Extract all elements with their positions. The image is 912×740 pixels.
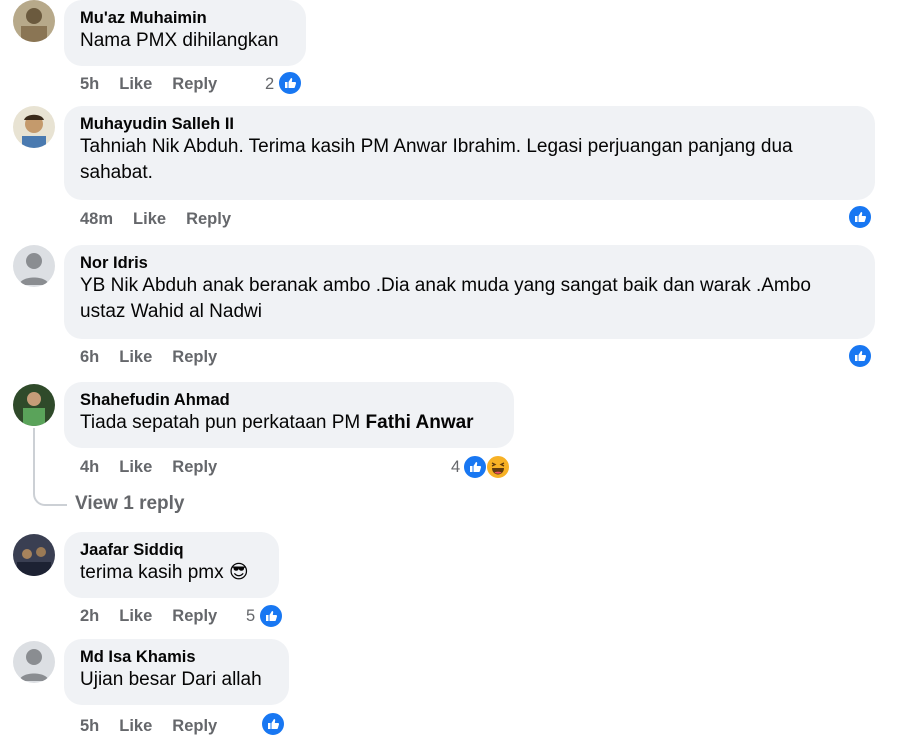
mentioned-name[interactable]: Fathi Anwar [366,412,474,433]
comment-text: Tahniah Nik Abduh. Terima kasih PM Anwar… [80,136,798,183]
comment-actions: 4h Like Reply [80,457,237,477]
comment-bubble: Shahefudin Ahmad Tiada sepatah pun perka… [64,382,514,448]
timestamp[interactable]: 4h [80,458,99,476]
avatar[interactable] [13,384,55,426]
like-reaction-icon[interactable] [848,344,872,368]
comment-text: YB Nik Abduh anak beranak ambo .Dia anak… [80,275,817,322]
comment-actions: 6h Like Reply [80,347,237,367]
reaction-count[interactable]: 2 [265,74,274,94]
comment-actions: 48m Like Reply [80,209,251,229]
commenter-name[interactable]: Shahefudin Ahmad [80,390,498,410]
timestamp[interactable]: 48m [80,210,113,228]
reply-button[interactable]: Reply [186,210,231,228]
like-reaction-icon[interactable] [261,712,285,736]
haha-reaction-icon[interactable] [486,455,510,479]
like-reaction-icon[interactable] [278,71,302,95]
sunglasses-emoji: 😎 [228,562,249,583]
reply-button[interactable]: Reply [172,75,217,93]
comment-bubble: Nor Idris YB Nik Abduh anak beranak ambo… [64,245,875,339]
reply-button[interactable]: Reply [172,717,217,735]
avatar[interactable] [13,0,55,42]
comment-text: Ujian besar Dari allah [80,669,262,690]
like-button[interactable]: Like [119,75,152,93]
like-button[interactable]: Like [119,458,152,476]
commenter-name[interactable]: Nor Idris [80,253,859,273]
avatar[interactable] [13,106,55,148]
reply-thread-line [33,428,67,506]
reaction-count[interactable]: 4 [451,457,460,477]
comment-bubble: Jaafar Siddiq terima kasih pmx 😎 [64,532,279,598]
timestamp[interactable]: 6h [80,348,99,366]
like-button[interactable]: Like [119,717,152,735]
comment-bubble: Md Isa Khamis Ujian besar Dari allah [64,639,289,705]
avatar[interactable] [13,245,55,287]
comment-text: Tiada sepatah pun perkataan PM Fathi Anw… [80,410,498,436]
like-button[interactable]: Like [119,607,152,625]
reply-button[interactable]: Reply [172,607,217,625]
reaction-count[interactable]: 5 [246,606,255,626]
like-reaction-icon[interactable] [463,455,487,479]
comment-bubble: Mu'az Muhaimin Nama PMX dihilangkan [64,0,306,66]
like-reaction-icon[interactable] [259,604,283,628]
reply-button[interactable]: Reply [172,458,217,476]
comment-bubble: Muhayudin Salleh II Tahniah Nik Abduh. T… [64,106,875,200]
comment-actions: 2h Like Reply [80,606,237,626]
commenter-name[interactable]: Md Isa Khamis [80,647,273,667]
view-replies-link[interactable]: View 1 reply [75,493,185,515]
comment-text: Nama PMX dihilangkan [80,30,279,51]
comment-text-plain: Tiada sepatah pun perkataan PM [80,412,366,433]
avatar[interactable] [13,534,55,576]
like-button[interactable]: Like [133,210,166,228]
reply-button[interactable]: Reply [172,348,217,366]
timestamp[interactable]: 2h [80,607,99,625]
commenter-name[interactable]: Jaafar Siddiq [80,540,263,560]
timestamp[interactable]: 5h [80,75,99,93]
like-button[interactable]: Like [119,348,152,366]
commenter-name[interactable]: Muhayudin Salleh II [80,114,859,134]
commenter-name[interactable]: Mu'az Muhaimin [80,8,290,28]
comment-text: terima kasih pmx 😎 [80,560,263,586]
timestamp[interactable]: 5h [80,717,99,735]
comment-actions: 5h Like Reply [80,74,237,94]
avatar[interactable] [13,641,55,683]
like-reaction-icon[interactable] [848,205,872,229]
comment-actions: 5h Like Reply [80,716,237,736]
comment-text-plain: terima kasih pmx [80,562,224,583]
